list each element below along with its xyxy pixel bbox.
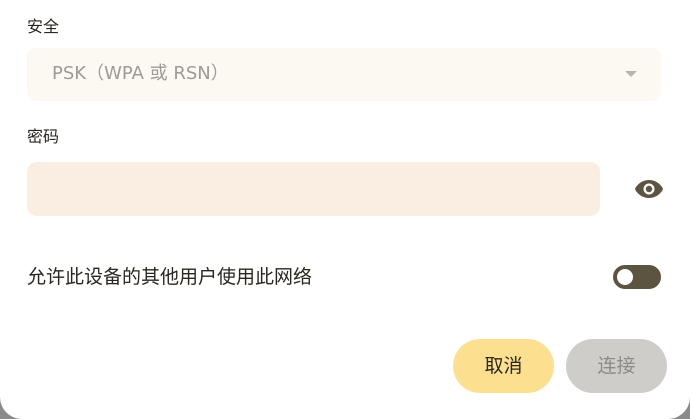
connect-button[interactable]: 连接 — [566, 339, 667, 393]
security-selected-value: PSK（WPA 或 RSN） — [52, 63, 229, 84]
share-network-switch[interactable] — [613, 265, 661, 289]
wifi-network-dialog: 安全 PSK（WPA 或 RSN） 密码 允许此设备的其他用户使用此网络 取消 … — [0, 0, 690, 419]
eye-icon — [635, 180, 663, 198]
show-password-button[interactable] — [630, 174, 668, 204]
security-label: 安全 — [27, 17, 60, 36]
chevron-down-icon — [625, 71, 637, 77]
switch-knob — [617, 269, 633, 285]
password-input[interactable] — [27, 162, 600, 216]
cancel-button[interactable]: 取消 — [453, 339, 554, 393]
share-network-label: 允许此设备的其他用户使用此网络 — [27, 266, 313, 288]
password-label: 密码 — [27, 127, 60, 146]
security-select[interactable]: PSK（WPA 或 RSN） — [27, 48, 661, 101]
